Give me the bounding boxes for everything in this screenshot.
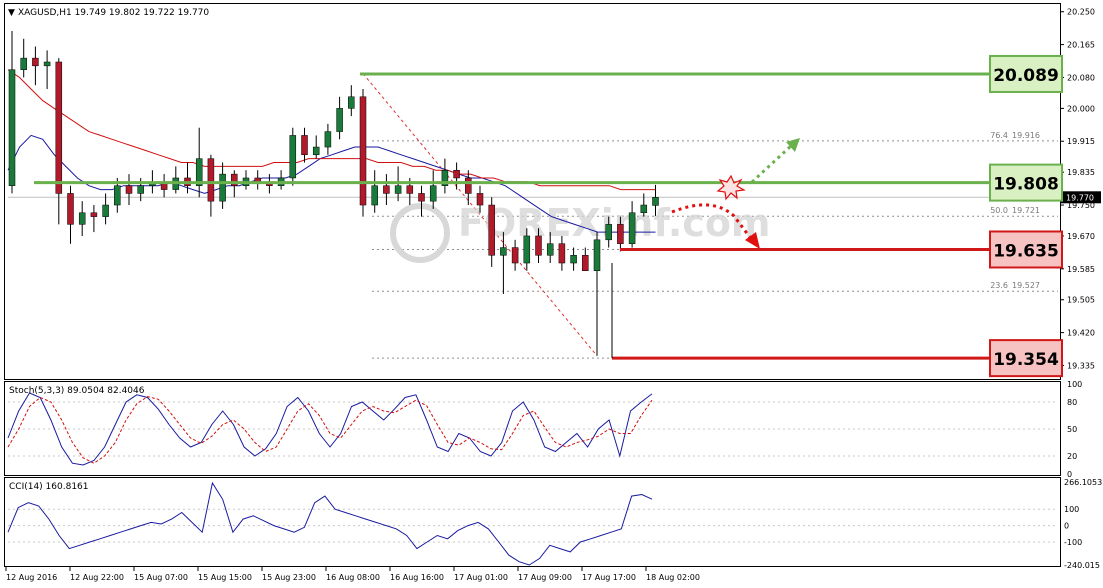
x-tick-label: 17 Aug 17:00 xyxy=(582,573,636,582)
candle-body xyxy=(418,193,425,202)
candle-body xyxy=(43,61,51,67)
y-tick-label: 19.915 xyxy=(1067,137,1095,146)
y-tick-label: 20.080 xyxy=(1067,73,1095,82)
main-panel-frame xyxy=(4,3,1061,380)
cci-tick-label: 266.1053 xyxy=(1064,478,1102,487)
y-tick-label: 19.335 xyxy=(1067,361,1095,370)
y-tick-label: 20.165 xyxy=(1067,41,1095,50)
x-tick-label: 17 Aug 09:00 xyxy=(518,573,572,582)
cci-tick-label: -240.015 xyxy=(1064,561,1100,570)
level-label: 19.635 xyxy=(993,241,1059,261)
stoch-tick-label: 80 xyxy=(1067,398,1077,407)
candle-body xyxy=(593,239,601,272)
candle-body xyxy=(605,224,612,241)
x-tick-label: 15 Aug 23:00 xyxy=(262,573,316,582)
chart-header-arrow[interactable]: ▼ xyxy=(8,8,15,18)
y-tick-label: 19.835 xyxy=(1067,168,1095,177)
candle-body xyxy=(289,135,297,179)
y-tick-label: 20.000 xyxy=(1067,104,1095,113)
fib-value-label: 19.527 xyxy=(1012,281,1040,290)
candle-body xyxy=(383,185,390,194)
candle-body xyxy=(394,185,402,194)
y-tick-label: 20.250 xyxy=(1067,8,1095,17)
x-tick-label: 16 Aug 08:00 xyxy=(326,573,380,582)
watermark-text: FOREXimf.com xyxy=(458,201,771,245)
candle-body xyxy=(500,247,507,256)
stoch-header: Stoch(5,3,3) 89.0504 82.4046 xyxy=(9,386,145,396)
candle-body xyxy=(8,69,16,186)
stoch-tick-label: 50 xyxy=(1067,425,1077,434)
cci-tick-label: 0 xyxy=(1064,522,1069,531)
y-tick-label: 19.585 xyxy=(1067,265,1095,274)
candle-body xyxy=(582,255,589,272)
x-tick-label: 12 Aug 22:00 xyxy=(70,573,124,582)
candle-body xyxy=(558,243,566,264)
candle-body xyxy=(102,204,109,217)
candle-body xyxy=(90,212,98,217)
candle-body xyxy=(336,108,343,132)
candle-body xyxy=(465,177,472,194)
candle-body xyxy=(429,185,437,202)
candle-body xyxy=(359,96,367,206)
candle-body xyxy=(137,185,144,194)
candle-body xyxy=(617,224,624,244)
candle-body xyxy=(114,185,121,206)
candle-body xyxy=(32,57,39,67)
current-price-label: 19.770 xyxy=(1066,193,1094,202)
fib-value-label: 19.916 xyxy=(1012,131,1040,140)
candle-body xyxy=(476,193,484,206)
stoch-tick-label: 100 xyxy=(1067,380,1082,389)
candle-body xyxy=(312,146,320,156)
candle-body xyxy=(219,173,226,202)
cci-tick-label: -100 xyxy=(1064,538,1082,547)
x-tick-label: 15 Aug 07:00 xyxy=(134,573,188,582)
fib-percent-label: 50.0 xyxy=(990,206,1008,215)
stoch-panel-frame xyxy=(4,381,1061,476)
y-tick-label: 19.670 xyxy=(1067,232,1095,241)
candle-body xyxy=(570,255,577,264)
candle-body xyxy=(125,185,133,194)
cci-header: CCI(14) 160.8161 xyxy=(9,482,89,492)
candle-body xyxy=(523,235,531,264)
candle-body xyxy=(20,57,27,70)
candle-body xyxy=(546,243,554,256)
price-chart-canvas: 20.250 20.165 20.080 20.000 19.915 19.835 19.7… xyxy=(4,3,1102,582)
candle-body xyxy=(628,212,636,244)
fib-value-label: 19.721 xyxy=(1012,206,1040,215)
candle-body xyxy=(348,96,355,109)
stoch-tick-label: 20 xyxy=(1067,452,1077,461)
cci-panel-frame xyxy=(4,477,1061,567)
candle-body xyxy=(652,197,659,206)
candle-body xyxy=(67,193,74,225)
y-tick-label: 19.420 xyxy=(1067,329,1095,338)
y-tick-label: 19.505 xyxy=(1067,296,1095,305)
candle-body xyxy=(453,169,460,179)
x-axis: 12 Aug 2016 12 Aug 22:00 15 Aug 07:00 15 Au… xyxy=(5,566,700,582)
candle-body xyxy=(301,135,308,156)
x-tick-label: 12 Aug 2016 xyxy=(6,573,57,582)
candle-body xyxy=(488,204,495,256)
chart-header: XAGUSD,H1 19.749 19.802 19.722 19.770 xyxy=(18,8,209,18)
candle-body xyxy=(207,158,215,202)
candle-body xyxy=(511,247,519,264)
x-tick-label: 18 Aug 02:00 xyxy=(646,573,700,582)
fib-percent-label: 76.4 xyxy=(990,131,1008,140)
x-tick-label: 15 Aug 15:00 xyxy=(198,573,252,582)
candle-body xyxy=(406,185,414,194)
candle-body xyxy=(55,61,63,194)
fib-percent-label: 23.6 xyxy=(990,281,1008,290)
x-tick-label: 16 Aug 16:00 xyxy=(390,573,444,582)
candle-body xyxy=(371,185,378,206)
x-tick-label: 17 Aug 01:00 xyxy=(454,573,508,582)
level-label: 19.354 xyxy=(993,350,1059,370)
candle-body xyxy=(535,235,542,256)
candle-body xyxy=(324,131,332,148)
level-label: 19.808 xyxy=(993,175,1059,195)
candle-body xyxy=(78,212,86,225)
cci-tick-label: 100 xyxy=(1064,505,1079,514)
candle-body xyxy=(640,204,648,214)
level-label: 20.089 xyxy=(993,66,1059,86)
